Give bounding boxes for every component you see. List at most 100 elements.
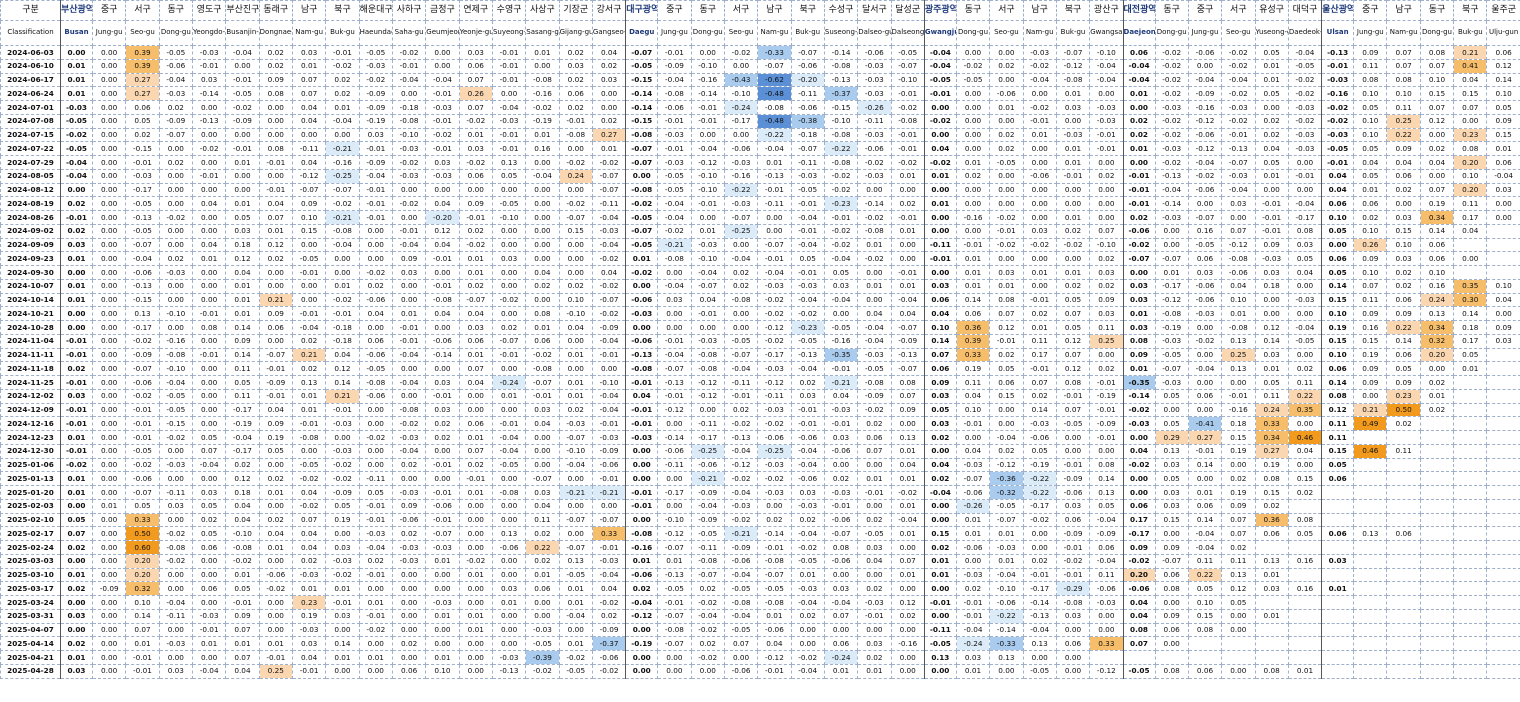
- value-cell: 0.02: [1122, 113, 1156, 129]
- value-cell: 0.03: [158, 498, 193, 514]
- value-cell: 0.03: [1089, 265, 1124, 280]
- value-cell: -0.10: [225, 526, 260, 541]
- value-cell: 0.00: [291, 237, 327, 253]
- value-cell: -0.07: [890, 58, 925, 74]
- value-cell: -0.04: [1221, 72, 1256, 88]
- value-cell: -0.08: [657, 622, 692, 638]
- value-cell: 0.00: [1154, 526, 1189, 541]
- value-cell: -0.01: [1055, 168, 1091, 184]
- value-cell: 0.02: [1022, 306, 1057, 321]
- value-cell: 0.09: [1486, 113, 1520, 129]
- value-cell: 0.00: [391, 622, 427, 638]
- value-cell: -0.12: [625, 608, 659, 624]
- value-cell: 0.04: [923, 141, 957, 156]
- value-cell: [1353, 567, 1388, 583]
- value-cell: 0.02: [923, 471, 957, 486]
- value-cell: 0.09: [1386, 375, 1421, 390]
- value-cell: 0.02: [723, 278, 759, 294]
- value-cell: 0.01: [325, 100, 360, 115]
- value-cell: -0.04: [1022, 622, 1057, 638]
- value-cell: 0.00: [358, 251, 393, 266]
- value-cell: 0.02: [391, 457, 427, 473]
- value-cell: [1486, 512, 1520, 528]
- value-cell: -0.02: [391, 155, 427, 170]
- value-cell: -0.04: [857, 320, 892, 335]
- value-cell: 0.22: [1287, 388, 1323, 404]
- value-cell: 0.02: [60, 581, 93, 596]
- value-cell: 0.00: [1287, 457, 1323, 473]
- column-header-en: Ulju-gun: [1486, 20, 1520, 46]
- value-cell: [1254, 650, 1289, 665]
- value-cell: 0.00: [91, 663, 127, 679]
- value-cell: 0.00: [723, 306, 759, 321]
- value-cell: -0.03: [525, 622, 560, 638]
- column-header-ko: 해운대구: [358, 0, 393, 21]
- value-cell: -0.04: [158, 72, 193, 88]
- value-cell: -0.09: [158, 113, 193, 129]
- value-cell: 0.15: [558, 223, 593, 239]
- value-cell: -0.12: [757, 375, 792, 390]
- value-cell: [1486, 663, 1520, 679]
- value-cell: -0.04: [1221, 182, 1256, 198]
- value-cell: 0.01: [525, 567, 560, 583]
- value-cell: 0.15: [1486, 127, 1520, 143]
- value-cell: 0.00: [625, 168, 659, 184]
- value-cell: -0.02: [823, 168, 859, 184]
- value-cell: 0.02: [558, 100, 593, 115]
- value-cell: -0.04: [1187, 72, 1223, 88]
- value-cell: [1353, 485, 1388, 500]
- value-cell: 0.00: [225, 168, 260, 184]
- value-cell: 0.03: [425, 155, 460, 170]
- value-cell: -0.16: [625, 540, 659, 555]
- value-cell: -0.01: [1022, 361, 1057, 376]
- value-cell: -0.17: [1022, 581, 1057, 596]
- value-cell: 0.27: [1254, 443, 1289, 459]
- value-cell: [1321, 498, 1355, 514]
- value-cell: 0.24: [558, 168, 593, 184]
- column-header-ko: 금정구: [425, 0, 460, 21]
- value-cell: -0.04: [491, 443, 527, 459]
- column-header-ko: 중구: [1353, 0, 1388, 21]
- value-cell: 0.03: [1022, 223, 1057, 239]
- value-cell: -0.11: [591, 196, 627, 211]
- column-header-en: Dalseong-gun: [890, 20, 925, 46]
- value-cell: 0.00: [1353, 388, 1388, 404]
- value-cell: [1453, 443, 1488, 459]
- value-cell: 0.02: [1386, 182, 1421, 198]
- value-cell: 0.20: [1453, 155, 1488, 170]
- value-cell: -0.01: [225, 595, 260, 610]
- value-cell: 0.01: [757, 155, 792, 170]
- value-cell: 0.60: [125, 540, 160, 555]
- value-cell: 0.00: [1187, 58, 1223, 74]
- value-cell: 0.02: [1386, 265, 1421, 280]
- value-cell: -0.24: [823, 650, 859, 665]
- value-cell: 0.15: [1353, 333, 1388, 349]
- value-cell: 0.02: [955, 581, 991, 596]
- value-cell: 0.00: [1055, 182, 1091, 198]
- value-cell: 0.05: [1321, 457, 1355, 473]
- value-cell: 0.08: [1353, 72, 1388, 88]
- value-cell: 0.00: [258, 100, 293, 115]
- value-cell: -0.07: [890, 320, 925, 335]
- value-cell: 0.01: [458, 485, 493, 500]
- value-cell: -0.01: [1089, 430, 1124, 445]
- value-cell: -0.04: [657, 347, 692, 363]
- value-cell: -0.02: [1055, 553, 1091, 569]
- value-cell: 0.05: [125, 113, 160, 129]
- value-cell: 0.33: [591, 526, 627, 541]
- value-cell: -0.01: [823, 498, 859, 514]
- value-cell: -0.16: [1221, 402, 1256, 418]
- value-cell: 0.03: [955, 650, 991, 665]
- column-header-en: Nam-gu: [1022, 20, 1057, 46]
- value-cell: 0.02: [60, 196, 93, 211]
- value-cell: 0.08: [1453, 141, 1488, 156]
- column-header-ko: 영도구: [191, 0, 227, 21]
- value-cell: 0.00: [890, 581, 925, 596]
- value-cell: 0.00: [890, 182, 925, 198]
- value-cell: -0.20: [425, 210, 460, 225]
- value-cell: -0.10: [989, 581, 1024, 596]
- value-cell: -0.13: [890, 347, 925, 363]
- value-cell: 0.06: [1419, 237, 1455, 253]
- value-cell: 0.00: [91, 608, 127, 624]
- value-cell: -0.01: [358, 196, 393, 211]
